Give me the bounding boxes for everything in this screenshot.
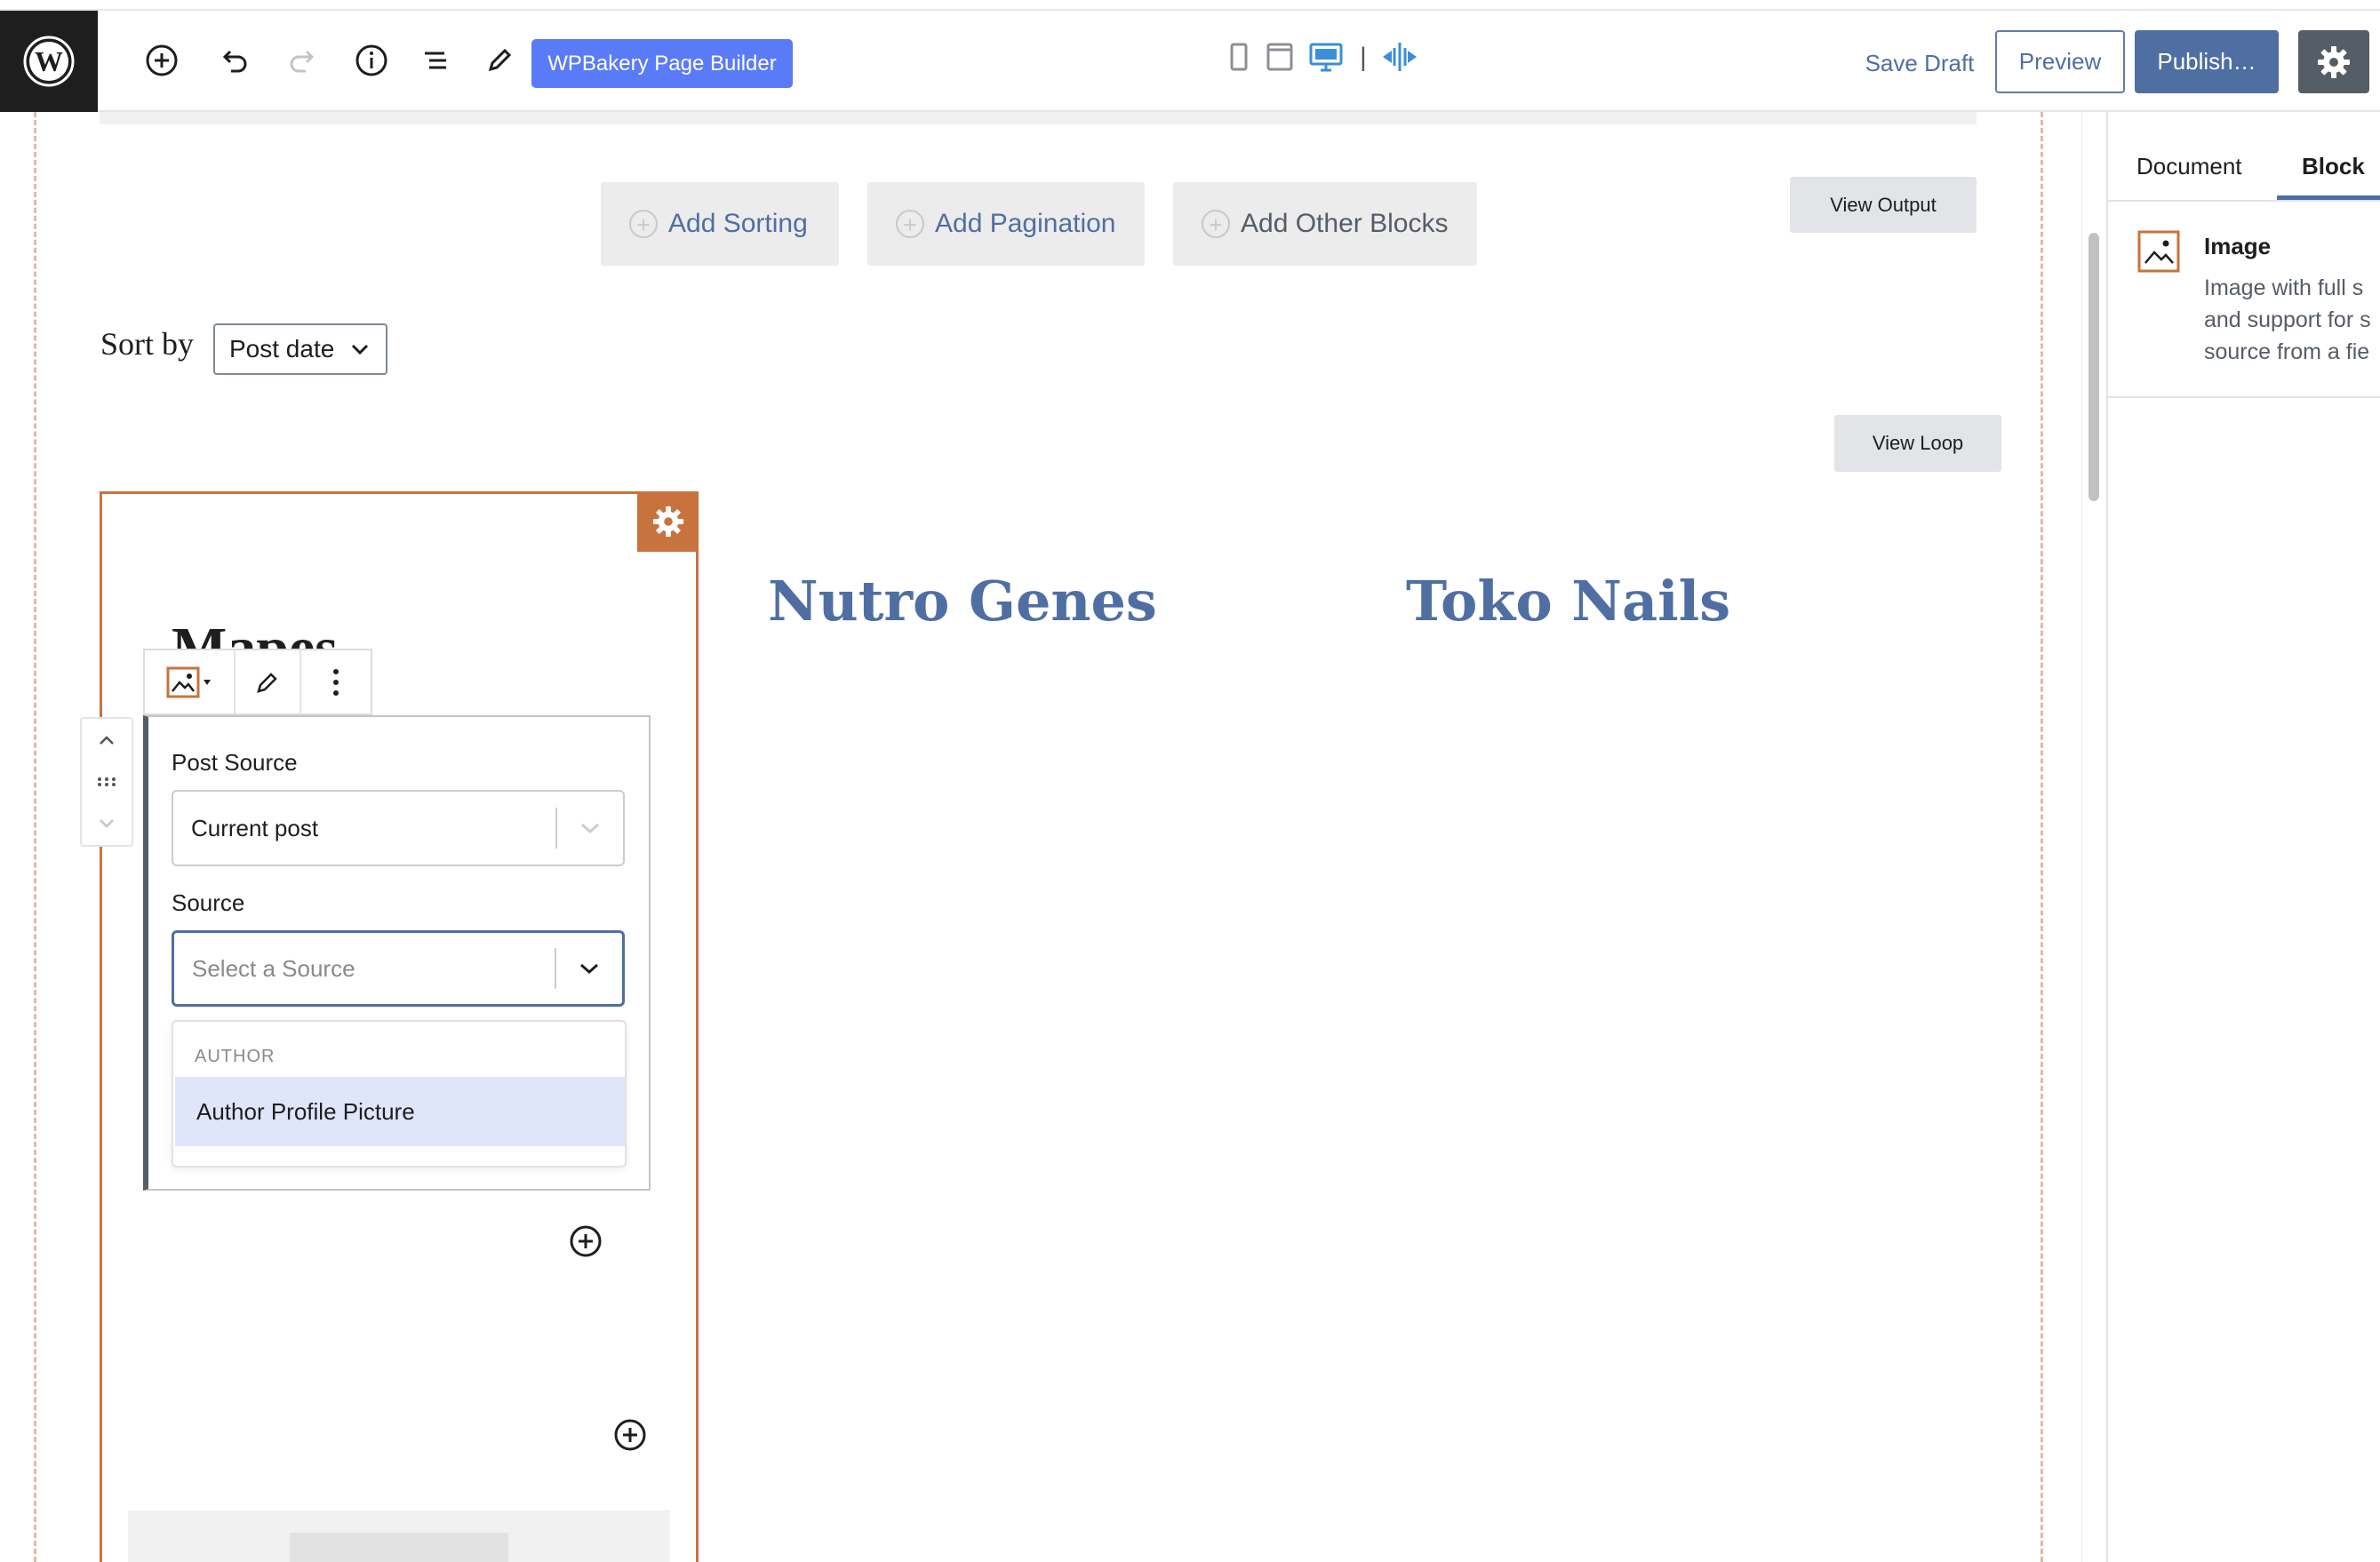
save-draft-button[interactable]: Save Draft (1831, 44, 2009, 82)
move-up-icon[interactable] (97, 734, 116, 746)
sort-by-label: Sort by (100, 326, 195, 362)
add-other-blocks-label: Add Other Blocks (1241, 209, 1449, 238)
wordpress-logo-icon: W (23, 36, 75, 87)
post-title-nutro-genes[interactable]: Nutro Genes (768, 569, 1157, 634)
wpbakery-page-builder-button[interactable]: WPBakery Page Builder (531, 39, 793, 88)
preview-button[interactable]: Preview (1995, 30, 2125, 93)
svg-text:W: W (35, 45, 63, 77)
image-block-icon (2136, 229, 2181, 274)
scrollbar-thumb[interactable] (2088, 233, 2099, 501)
image-block-icon (166, 666, 211, 697)
source-dropdown-menu: AUTHOR Author Profile Picture (172, 1020, 627, 1168)
chevron-down-icon (581, 823, 599, 834)
sidebar-divider (2108, 396, 2380, 398)
description-line: source from a fie (2204, 339, 2370, 364)
tablet-preview-button[interactable] (1266, 41, 1294, 73)
edit-mode-button[interactable] (475, 36, 524, 85)
split-view-button[interactable] (1379, 41, 1420, 73)
add-pagination-label: Add Pagination (935, 209, 1116, 238)
gear-icon (2318, 45, 2350, 78)
post-source-select[interactable]: Current post (172, 790, 625, 866)
split-view-icon (1383, 43, 1417, 71)
option-author-profile-picture[interactable]: Author Profile Picture (175, 1077, 625, 1146)
sort-by-select[interactable]: Post date (213, 323, 387, 375)
block-card-title: Image (2204, 233, 2272, 259)
card-settings-button[interactable] (637, 491, 699, 552)
toolbar-separator: | (1360, 43, 1367, 72)
post-title-toko-nails[interactable]: Toko Nails (1406, 569, 1730, 634)
source-select[interactable]: Select a Source (172, 930, 625, 1007)
block-type-switcher[interactable] (145, 650, 236, 713)
chevron-down-icon (580, 963, 598, 975)
source-label: Source (172, 889, 245, 916)
mobile-preview-button[interactable] (1228, 41, 1250, 73)
plus-circle-icon (570, 1225, 602, 1257)
move-down-icon[interactable] (97, 817, 116, 830)
add-sorting-button[interactable]: + Add Sorting (601, 182, 839, 266)
previous-block-edge (100, 112, 1977, 124)
more-options-button[interactable] (301, 650, 371, 713)
card-post-title: Mapes (172, 616, 338, 652)
description-line: Image with full s (2204, 275, 2364, 300)
plus-circle-icon: + (896, 210, 924, 238)
inserter-button[interactable] (613, 1418, 647, 1452)
plus-circle-icon: + (629, 210, 658, 238)
mobile-device-icon (1230, 43, 1248, 71)
description-line: and support for s (2204, 307, 2371, 332)
post-source-value: Current post (191, 814, 319, 841)
window-top-edge (0, 0, 2380, 11)
post-source-dropdown-toggle[interactable] (557, 821, 623, 835)
add-other-blocks-button[interactable]: + Add Other Blocks (1173, 182, 1477, 266)
drag-handle-icon[interactable] (96, 777, 117, 787)
section-left-guide (34, 112, 36, 1562)
block-toolbar (143, 649, 372, 715)
post-source-label: Post Source (172, 749, 298, 776)
tab-block[interactable]: Block (2302, 133, 2365, 199)
add-sorting-label: Add Sorting (668, 209, 808, 238)
pencil-icon (488, 48, 512, 72)
settings-button[interactable] (2298, 30, 2369, 93)
section-right-guide (2041, 112, 2043, 1562)
block-card-description: Image with full s and support for s sour… (2204, 272, 2380, 368)
redo-icon (290, 50, 315, 73)
plus-circle-icon: + (1202, 210, 1230, 238)
block-mover (80, 717, 133, 847)
content-info-button[interactable] (347, 36, 396, 85)
source-dropdown-toggle[interactable] (556, 961, 622, 976)
block-navigation-button[interactable] (411, 36, 460, 85)
edit-block-button[interactable] (236, 650, 301, 713)
source-input[interactable]: Select a Source (174, 955, 555, 983)
more-vertical-icon (333, 668, 339, 696)
publish-button[interactable]: Publish… (2135, 30, 2279, 93)
sort-by-value: Post date (229, 335, 335, 363)
list-view-icon (425, 52, 446, 69)
view-loop-button[interactable]: View Loop (1834, 415, 2001, 472)
add-pagination-button[interactable]: + Add Pagination (867, 182, 1145, 266)
chevron-down-icon (352, 344, 369, 355)
desktop-preview-button[interactable] (1308, 41, 1344, 75)
gear-icon (652, 506, 683, 538)
plus-circle-icon (146, 44, 178, 76)
redo-button[interactable] (279, 36, 329, 85)
undo-icon (222, 50, 247, 73)
dropdown-group-heading: AUTHOR (195, 1047, 276, 1066)
sidebar-divider (2108, 200, 2380, 202)
add-block-button[interactable] (137, 36, 187, 85)
desktop-device-icon (1309, 43, 1343, 72)
card-footer-button[interactable] (290, 1533, 508, 1562)
pencil-icon (257, 672, 277, 693)
inserter-button[interactable] (569, 1224, 603, 1258)
tab-document[interactable]: Document (2136, 133, 2242, 199)
plus-circle-icon (614, 1419, 646, 1451)
wordpress-logo-button[interactable]: W (0, 11, 98, 112)
tablet-device-icon (1266, 43, 1293, 71)
undo-button[interactable] (208, 36, 258, 85)
view-output-button[interactable]: View Output (1790, 177, 1977, 233)
info-icon (355, 44, 387, 76)
